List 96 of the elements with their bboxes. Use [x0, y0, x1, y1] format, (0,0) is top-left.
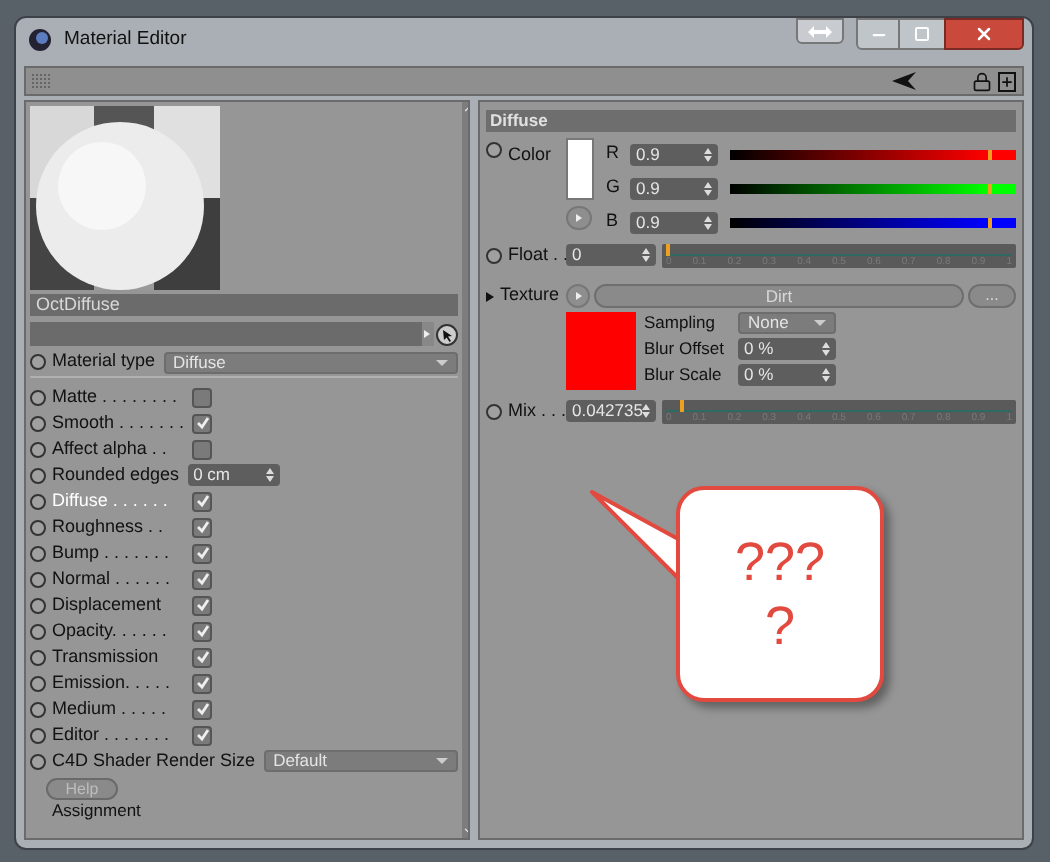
radio-icon[interactable] [486, 247, 502, 263]
parameter-label: C4D Shader Render Size [52, 747, 256, 774]
checkbox[interactable] [192, 491, 212, 511]
channel-label: B [606, 208, 621, 235]
parameter-label: Affect alpha . . [52, 435, 167, 462]
mix-value-field[interactable]: 0.042735 [566, 400, 656, 422]
sampling-label: Sampling [644, 310, 717, 336]
dropdown-caret-icon [814, 320, 826, 326]
lock-icon[interactable] [972, 71, 992, 91]
parameter-label: Diffuse . . . . . . [52, 487, 168, 514]
radio-icon[interactable] [486, 142, 502, 158]
value-field[interactable]: 0 cm [187, 464, 280, 486]
parameter-label: Editor . . . . . . . [52, 721, 170, 748]
checkbox[interactable] [192, 439, 212, 459]
spinner-arrows-icon[interactable] [704, 215, 712, 229]
checkbox[interactable] [192, 595, 212, 615]
parameter-label: Opacity. . . . . . [52, 617, 167, 644]
pick-cursor-icon[interactable] [435, 323, 458, 345]
section-header: Diffuse [486, 110, 1016, 132]
spinner-arrows-icon[interactable] [704, 181, 712, 195]
radio-icon[interactable] [486, 403, 502, 419]
blur-scale-label: Blur Scale [644, 362, 724, 388]
parameter-label: Roughness . . [52, 513, 164, 540]
link-field[interactable] [30, 322, 422, 346]
spinner-arrows-icon[interactable] [704, 147, 712, 161]
checkbox[interactable] [192, 621, 212, 641]
blur-offset-label: Blur Offset [644, 336, 726, 362]
minimize-button[interactable] [856, 18, 900, 50]
slider-thumb[interactable] [987, 217, 992, 227]
blur-offset-field[interactable]: 0 % [738, 338, 836, 360]
expand-button[interactable] [566, 284, 590, 308]
speech-bubble: ??? ? [676, 486, 884, 702]
checkbox[interactable] [192, 517, 212, 537]
slider-thumb[interactable] [987, 149, 992, 159]
color-label: Color [508, 142, 552, 168]
dropdown-caret-icon [435, 359, 448, 365]
collapse-triangle-icon[interactable] [486, 291, 494, 301]
spinner-arrows-icon[interactable] [642, 248, 650, 262]
checkbox[interactable] [192, 647, 212, 667]
mix-label: Mix . . . [508, 397, 566, 424]
checkmark-icon [195, 416, 209, 430]
parameter-label: Transmission [52, 643, 159, 670]
resize-button[interactable] [796, 18, 844, 44]
maximize-button[interactable] [900, 18, 944, 50]
app-logo-icon [28, 28, 52, 52]
parameter-label: Smooth . . . . . . . [52, 409, 185, 436]
channel-value-field[interactable]: 0.9 [630, 211, 718, 233]
checkbox[interactable] [192, 413, 212, 433]
channel-label: G [606, 174, 623, 201]
add-panel-icon[interactable] [998, 71, 1016, 91]
assignment-label: Assignment [52, 800, 143, 820]
material-name-bar: OctDiffuse [30, 294, 458, 316]
expand-button[interactable] [566, 206, 592, 230]
checkbox[interactable] [192, 699, 212, 719]
channel-label: R [606, 140, 621, 167]
texture-label: Texture [500, 282, 562, 309]
checkbox[interactable] [192, 725, 212, 745]
checkbox[interactable] [192, 673, 212, 693]
back-arrow-icon[interactable] [892, 72, 916, 90]
checkbox[interactable] [192, 543, 212, 563]
spinner-arrows-icon[interactable] [265, 468, 274, 482]
color-swatch[interactable] [566, 138, 594, 200]
maximize-icon [914, 26, 930, 42]
parameter-label: Bump . . . . . . . [52, 539, 170, 566]
parameter-label: Rounded edges [52, 461, 180, 488]
play-triangle-icon [575, 292, 581, 300]
window-title: Material Editor [64, 25, 187, 54]
slider-thumb[interactable] [680, 399, 685, 411]
material-type-dropdown[interactable]: Diffuse [163, 351, 458, 373]
horizontal-arrows-icon [808, 25, 832, 37]
checkbox[interactable] [192, 569, 212, 589]
texture-preview [566, 312, 636, 390]
parameter-label: Emission. . . . . [52, 669, 171, 696]
parameter-label: Normal . . . . . . [52, 565, 171, 592]
parameter-label: Medium . . . . . [52, 695, 167, 722]
spinner-arrows-icon[interactable] [822, 368, 830, 382]
play-triangle-icon [576, 214, 582, 222]
sampling-dropdown[interactable]: None [738, 312, 836, 334]
material-type-label: Material type [52, 348, 156, 375]
close-icon [974, 24, 994, 44]
float-value-field[interactable]: 0 [566, 244, 656, 266]
spinner-arrows-icon[interactable] [642, 404, 651, 418]
radio-icon[interactable] [30, 354, 46, 370]
channel-value-field[interactable]: 0.9 [630, 177, 718, 199]
float-label: Float . . [508, 241, 569, 268]
channel-value-field[interactable]: 0.9 [630, 143, 718, 165]
parameter-label: Matte . . . . . . . . [52, 383, 178, 410]
parameter-label: Displacement [52, 591, 162, 618]
play-triangle-icon [424, 330, 431, 338]
dropdown-caret-icon [435, 758, 448, 764]
checkbox[interactable] [192, 387, 212, 407]
spinner-arrows-icon[interactable] [822, 342, 830, 356]
blur-scale-field[interactable]: 0 % [738, 364, 836, 386]
slider-thumb[interactable] [987, 183, 992, 193]
render-size-dropdown[interactable]: Default [263, 750, 458, 772]
close-button[interactable] [944, 18, 1024, 50]
